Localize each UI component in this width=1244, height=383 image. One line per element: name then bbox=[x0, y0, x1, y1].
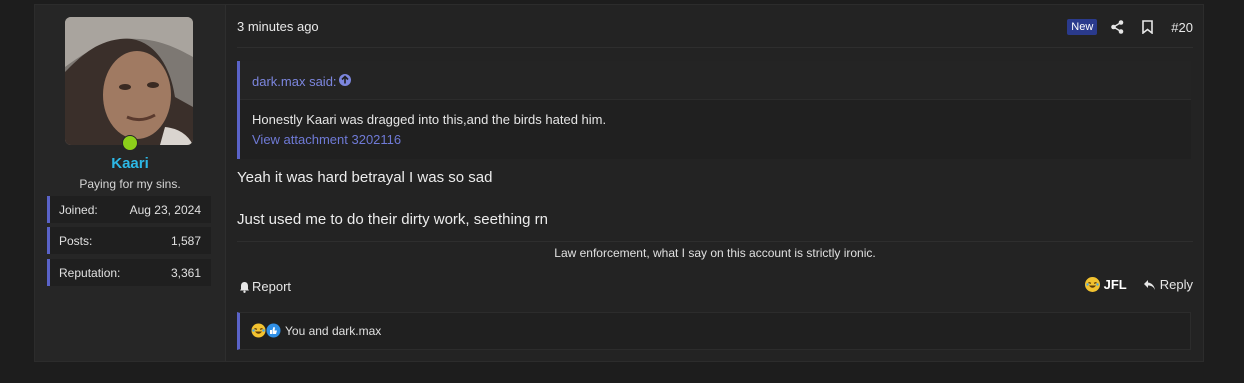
message-line: Just used me to do their dirty work, see… bbox=[237, 211, 548, 228]
quote-text: Honestly Kaari was dragged into this,and… bbox=[252, 112, 607, 127]
stat-value: Aug 23, 2024 bbox=[129, 203, 201, 217]
stat-posts: Posts: 1,587 bbox=[47, 227, 211, 254]
reactions-text: You and dark.max bbox=[285, 324, 382, 338]
post-number[interactable]: #20 bbox=[1171, 20, 1193, 35]
post-main: 3 minutes ago New #20 dark.max said: Hon… bbox=[237, 5, 1193, 361]
jfl-label: JFL bbox=[1103, 277, 1127, 292]
header-divider bbox=[237, 47, 1193, 48]
reply-icon bbox=[1143, 279, 1155, 290]
laughing-emoji-icon bbox=[251, 323, 266, 338]
jfl-react-button[interactable]: JFL bbox=[1084, 277, 1127, 292]
arrow-up-circle-icon[interactable] bbox=[338, 73, 352, 92]
message-line: Yeah it was hard betrayal I was so sad bbox=[237, 169, 493, 186]
stat-joined: Joined: Aug 23, 2024 bbox=[47, 196, 211, 223]
reply-button[interactable]: Reply bbox=[1143, 277, 1193, 292]
reactions-bar[interactable]: You and dark.max bbox=[237, 312, 1191, 350]
share-icon[interactable] bbox=[1107, 17, 1127, 37]
user-info-panel: Kaari Paying for my sins. Joined: Aug 23… bbox=[35, 5, 226, 361]
username[interactable]: Kaari bbox=[35, 155, 225, 172]
signature: Law enforcement, what I say on this acco… bbox=[554, 246, 876, 260]
online-status-indicator bbox=[122, 135, 138, 151]
footer-actions: JFL Reply bbox=[1084, 277, 1193, 292]
stat-label: Reputation: bbox=[59, 266, 121, 280]
bookmark-icon[interactable] bbox=[1137, 17, 1157, 37]
bell-icon bbox=[240, 281, 249, 293]
stat-value: 3,361 bbox=[170, 266, 201, 280]
post-header-actions: New #20 bbox=[1067, 17, 1193, 37]
stat-value: 1,587 bbox=[170, 234, 201, 248]
reaction-icons bbox=[251, 323, 281, 338]
quote-header: dark.max said: bbox=[240, 61, 1191, 100]
new-badge: New bbox=[1067, 19, 1098, 35]
report-button[interactable]: Report bbox=[239, 279, 291, 294]
laughing-emoji-icon bbox=[1084, 277, 1100, 292]
avatar[interactable] bbox=[65, 17, 193, 145]
post: Kaari Paying for my sins. Joined: Aug 23… bbox=[34, 4, 1204, 362]
post-date[interactable]: 3 minutes ago bbox=[237, 19, 319, 34]
stat-label: Joined: bbox=[59, 203, 98, 217]
user-title: Paying for my sins. bbox=[79, 177, 181, 191]
reply-label: Reply bbox=[1159, 277, 1193, 292]
signature-divider bbox=[237, 241, 1193, 242]
view-attachment-link[interactable]: View attachment 3202116 bbox=[252, 132, 401, 147]
quote-block: dark.max said: Honestly Kaari was dragge… bbox=[237, 61, 1191, 159]
avatar-image bbox=[65, 17, 193, 145]
thumbs-up-icon bbox=[266, 323, 281, 338]
stat-reputation: Reputation: 3,361 bbox=[47, 259, 211, 286]
quote-author-link[interactable]: dark.max said: bbox=[252, 74, 337, 89]
stat-label: Posts: bbox=[59, 234, 93, 248]
report-label: Report bbox=[252, 279, 292, 294]
